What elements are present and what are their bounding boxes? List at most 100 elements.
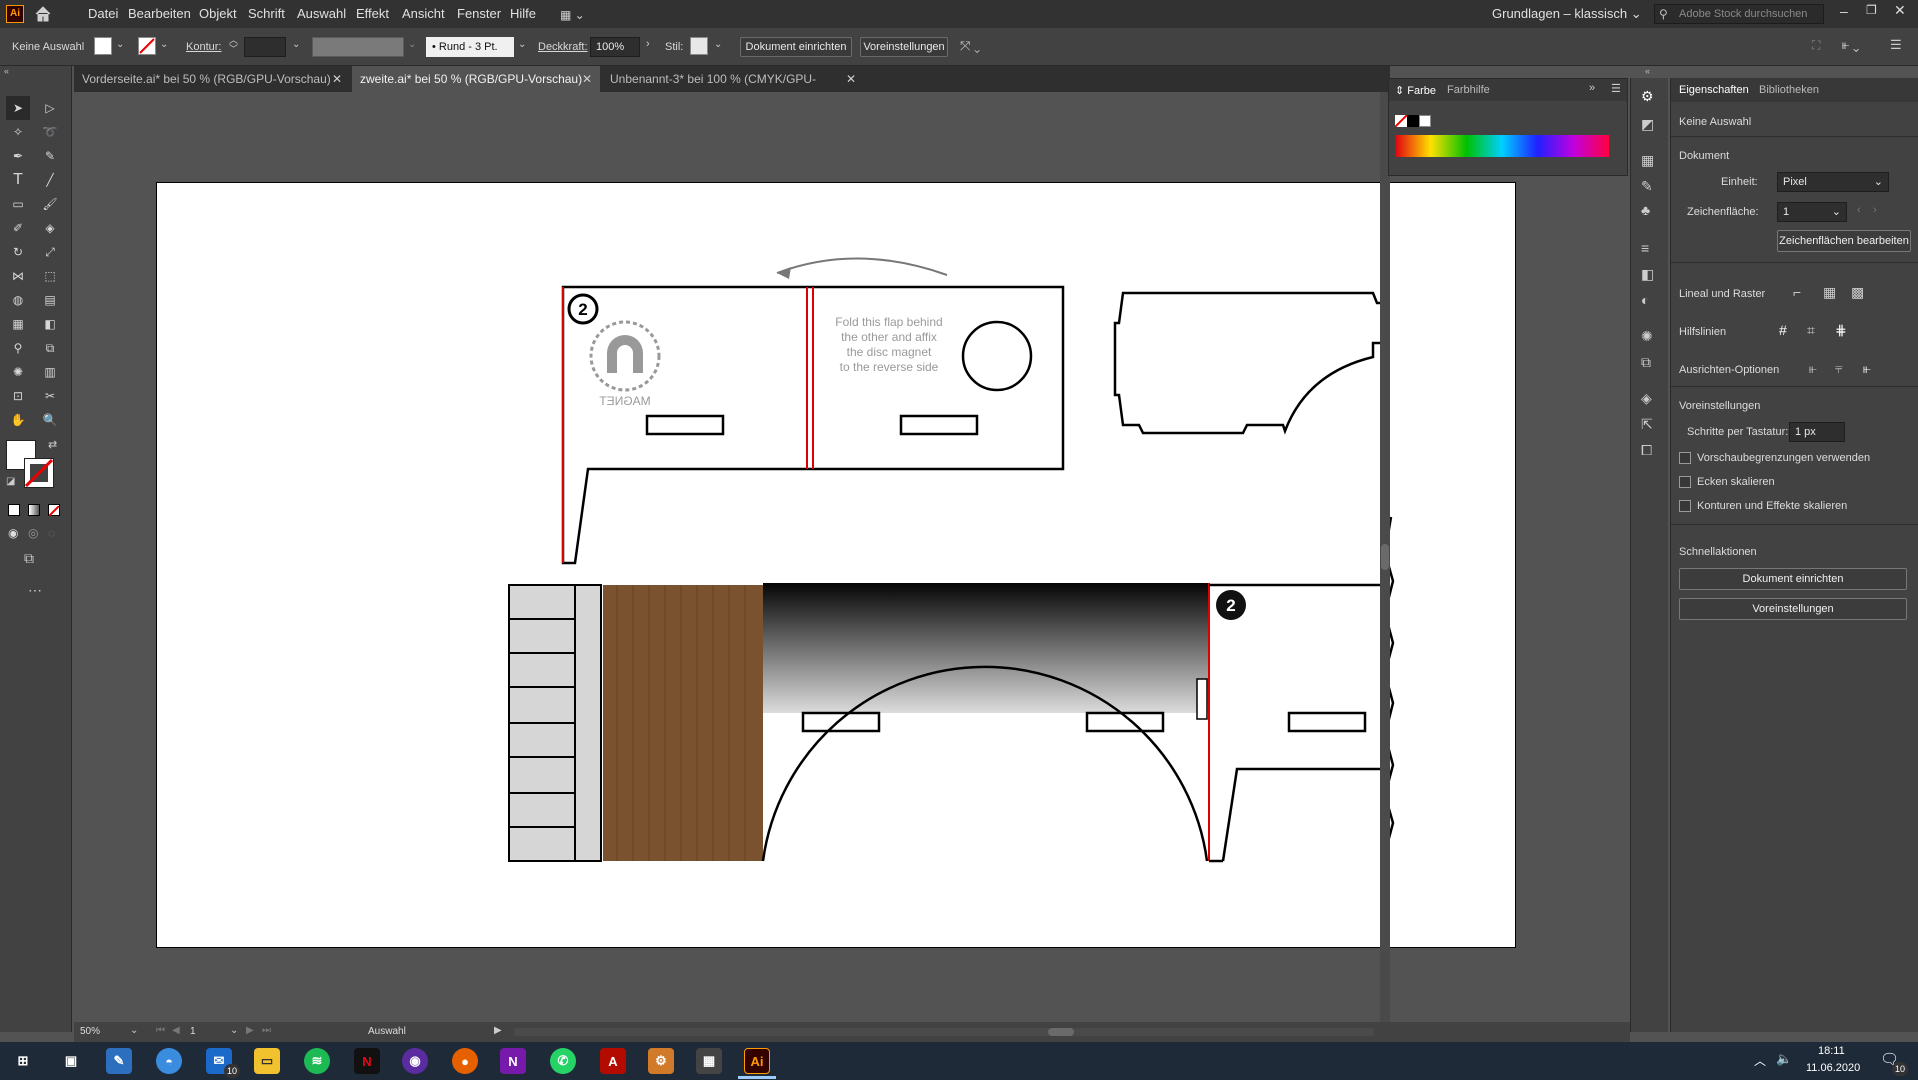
brush-definition[interactable]: • Rund - 3 Pt. [426, 37, 514, 57]
edit-artboards-button[interactable]: Zeichenflächen bearbeiten [1777, 230, 1911, 252]
symbols-icon[interactable]: ♣ [1641, 202, 1650, 218]
mesh-tool-icon[interactable]: ▦ [6, 312, 30, 336]
volume-icon[interactable]: 🔈 [1776, 1051, 1792, 1067]
whatsapp-icon[interactable]: ✆ [550, 1048, 576, 1074]
panel-menu-icon[interactable]: ☰ [1890, 37, 1902, 53]
prev-artboard-icon[interactable]: ◀ [172, 1025, 180, 1036]
fill-dropdown-icon[interactable]: ⌄ [116, 39, 124, 50]
rectangle-tool-icon[interactable]: ▭ [6, 192, 30, 216]
libraries-icon[interactable]: ◩ [1641, 116, 1654, 133]
puppet-warp-icon[interactable]: ⤧ ⌄ [960, 38, 980, 54]
horizontal-scroll-thumb[interactable] [1048, 1028, 1074, 1036]
stroke-swatch[interactable] [138, 37, 156, 55]
pen-tool-icon[interactable]: ✒ [6, 144, 30, 168]
brushes-icon[interactable]: ✎ [1641, 178, 1653, 195]
close-icon[interactable]: ✕ [1894, 2, 1906, 19]
rulers-icon[interactable]: ⌐ [1793, 284, 1801, 300]
zoom-tool-icon[interactable]: 🔍 [38, 408, 62, 432]
paintbrush-tool-icon[interactable]: 🖌 [38, 192, 62, 216]
maximize-icon[interactable]: ❐ [1866, 3, 1877, 17]
fill-swatch[interactable] [94, 37, 112, 55]
black-swatch[interactable] [1407, 115, 1419, 127]
arrange-documents-icon[interactable]: ▦ ⌄ [560, 8, 594, 22]
illustrator-taskbar-icon[interactable]: Ai [744, 1048, 770, 1074]
zoom-dropdown-icon[interactable]: ⌄ [130, 1025, 138, 1036]
tab-farbe[interactable]: ⇕ Farbe [1395, 84, 1436, 97]
graphic-styles-icon[interactable]: ⧉ [1641, 354, 1651, 371]
unit-select[interactable]: Pixel ⌄ [1777, 172, 1889, 192]
hand-tool-icon[interactable]: ✋ [6, 408, 30, 432]
transparency-icon[interactable]: ◐ [1641, 292, 1649, 308]
opacity-field[interactable]: 100% [590, 37, 640, 57]
close-tab-icon[interactable]: ✕ [846, 66, 856, 92]
vertical-scrollbar[interactable] [1380, 92, 1390, 1022]
collapse-toolbar-icon[interactable]: « [4, 66, 9, 76]
export-icon[interactable]: ⇱ [1641, 416, 1653, 433]
transparency-grid-icon[interactable]: ▩ [1851, 284, 1864, 301]
zoom-level[interactable]: 50% [80, 1026, 100, 1037]
stroke-stepper[interactable]: ︿ ﹀ [229, 36, 238, 54]
gradient-panel-icon[interactable]: ◧ [1641, 266, 1654, 283]
canvas-area[interactable]: 2 MAGNET Fold this flap behind the other… [74, 92, 1516, 1022]
align-to-artboard-icon[interactable]: ⫦ [1863, 360, 1871, 377]
scale-strokes-checkbox[interactable] [1679, 500, 1691, 512]
calculator-icon[interactable]: ▦ [696, 1048, 722, 1074]
swap-colors-icon[interactable]: ⇄ [48, 438, 57, 451]
direct-selection-tool-icon[interactable]: ▷ [38, 96, 62, 120]
document-setup-button[interactable]: Dokument einrichten [740, 37, 852, 57]
task-view-icon[interactable]: ▣ [58, 1048, 84, 1074]
onenote-icon[interactable]: N [500, 1048, 526, 1074]
file-explorer-icon[interactable]: ▭ [254, 1048, 280, 1074]
line-tool-icon[interactable]: ╱ [38, 168, 62, 192]
shape-builder-tool-icon[interactable]: ◍ [6, 288, 30, 312]
stroke-weight-field[interactable] [244, 37, 286, 57]
default-colors-icon[interactable]: ◪ [6, 476, 15, 487]
selection-tool-icon[interactable]: ➤ [6, 96, 30, 120]
slice-tool-icon[interactable]: ✂ [38, 384, 62, 408]
artboard-tool-icon[interactable]: ⊡ [6, 384, 30, 408]
perspective-grid-tool-icon[interactable]: ▤ [38, 288, 62, 312]
color-mode-icon[interactable] [8, 504, 20, 516]
snap-to-point-icon[interactable]: ⋕ [1835, 322, 1847, 339]
collapse-panels-icon[interactable]: « [1645, 66, 1650, 76]
artboard[interactable]: 2 MAGNET Fold this flap behind the other… [156, 182, 1516, 948]
menu-fenster[interactable]: Fenster [457, 6, 501, 21]
draw-inside-icon[interactable]: ◌ [48, 526, 55, 540]
pen-app-icon[interactable]: ✎ [106, 1048, 132, 1074]
stroke-panel-icon[interactable]: ≡ [1641, 240, 1649, 256]
shaper-tool-icon[interactable]: ✐ [6, 216, 30, 240]
opacity-arrow-icon[interactable]: › [646, 38, 650, 50]
windows-start-icon[interactable]: ⊞ [10, 1048, 36, 1074]
style-dropdown-icon[interactable]: ⌄ [714, 39, 722, 50]
curvature-tool-icon[interactable]: ✎ [38, 144, 62, 168]
menu-datei[interactable]: Datei [88, 6, 118, 21]
settings-icon[interactable]: ⚙ [648, 1048, 674, 1074]
align-to-selection-icon[interactable]: ⫦ [1809, 360, 1817, 377]
next-artboard-icon[interactable]: › [1873, 204, 1877, 216]
stroke-color-box[interactable] [24, 458, 54, 488]
vertical-scroll-thumb[interactable] [1381, 544, 1389, 570]
keyboard-increment-field[interactable]: 1 px [1789, 422, 1845, 442]
artboard-select[interactable]: 1 ⌄ [1777, 202, 1847, 222]
draw-behind-icon[interactable]: ◎ [28, 526, 38, 540]
symbol-sprayer-tool-icon[interactable]: ✺ [6, 360, 30, 384]
quick-document-setup-button[interactable]: Dokument einrichten [1679, 568, 1907, 590]
menu-hilfe[interactable]: Hilfe [510, 6, 536, 21]
rotate-tool-icon[interactable]: ↻ [6, 240, 30, 264]
eyedropper-tool-icon[interactable]: ⚲ [6, 336, 30, 360]
profile-dropdown-icon[interactable]: ⌄ [408, 39, 416, 50]
tab-zweite[interactable]: zweite.ai* bei 50 % (RGB/GPU-Vorschau) ✕ [352, 66, 600, 92]
blend-tool-icon[interactable]: ⧉ [38, 336, 62, 360]
color-spectrum[interactable] [1395, 135, 1609, 157]
eraser-tool-icon[interactable]: ◈ [38, 216, 62, 240]
brush-dropdown-icon[interactable]: ⌄ [518, 39, 526, 50]
appearance-icon[interactable]: ✺ [1641, 328, 1653, 345]
layers-icon[interactable]: ◈ [1641, 390, 1652, 407]
stroke-dropdown-icon[interactable]: ⌄ [160, 39, 168, 50]
clock-time[interactable]: 18:11 [1818, 1045, 1845, 1057]
close-tab-icon[interactable]: ✕ [582, 66, 592, 92]
align-to-key-object-icon[interactable]: ⫧ [1835, 360, 1843, 377]
photo-app-icon[interactable]: ◓ [156, 1048, 182, 1074]
align-icon[interactable]: ⫦ ⌄ [1842, 37, 1859, 53]
quick-preferences-button[interactable]: Voreinstellungen [1679, 598, 1907, 620]
